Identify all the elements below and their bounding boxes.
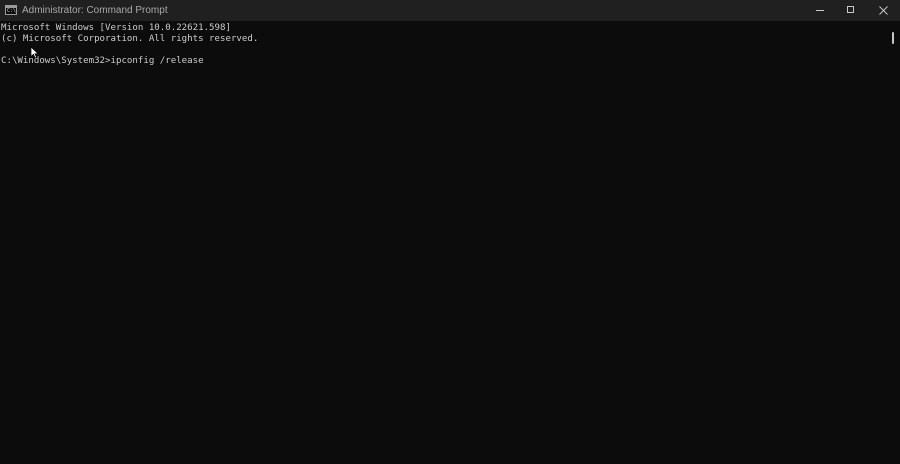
title-bar[interactable]: C:\ Administrator: Command Prompt: [0, 0, 900, 21]
vertical-scrollbar[interactable]: [886, 21, 900, 464]
scrollbar-thumb[interactable]: [892, 32, 894, 44]
cmd-icon[interactable]: C:\: [5, 5, 17, 15]
console-output[interactable]: Microsoft Windows [Version 10.0.22621.59…: [0, 21, 886, 464]
cmd-icon-glyph: C:\: [7, 8, 17, 14]
window-title: Administrator: Command Prompt: [22, 5, 168, 16]
mouse-pointer-icon: [30, 46, 39, 59]
minimize-button[interactable]: [806, 0, 836, 21]
command-prompt-window: C:\ Administrator: Command Prompt Micros…: [0, 0, 900, 464]
console-line: (c) Microsoft Corporation. All rights re…: [1, 34, 259, 44]
console-line: Microsoft Windows [Version 10.0.22621.59…: [1, 23, 231, 33]
close-icon: [879, 6, 888, 15]
close-button[interactable]: [868, 0, 898, 21]
maximize-button[interactable]: [836, 0, 866, 21]
